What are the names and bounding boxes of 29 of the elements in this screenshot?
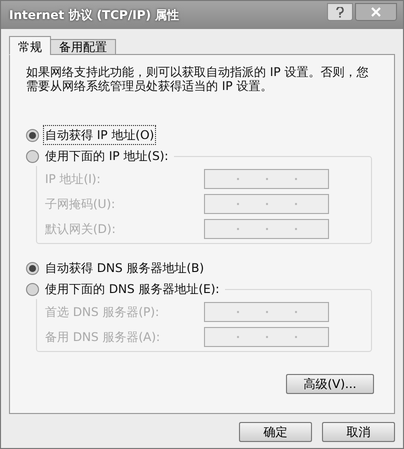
field-label: 默认网关(D):: [45, 221, 116, 238]
close-button[interactable]: [355, 3, 397, 21]
ip-address-field[interactable]: [204, 327, 329, 347]
field-label: IP 地址(I):: [45, 171, 101, 188]
radio-label[interactable]: 使用下面的 IP 地址(S):: [43, 146, 170, 166]
radio-label[interactable]: 自动获得 DNS 服务器地址(B): [43, 258, 206, 278]
radio-button[interactable]: [26, 150, 39, 162]
field-label: 备用 DNS 服务器(A):: [45, 329, 160, 346]
dialog-button[interactable]: 取消: [322, 422, 395, 442]
help-button[interactable]: [327, 3, 353, 21]
ip-address-field[interactable]: [204, 169, 329, 189]
radio-button[interactable]: [26, 282, 39, 296]
radio-button[interactable]: [26, 262, 39, 274]
advanced-button[interactable]: 高级(V)...: [286, 374, 374, 394]
close-icon: [371, 7, 381, 17]
field-label: 首选 DNS 服务器(P):: [45, 304, 160, 321]
ip-address-field[interactable]: [204, 194, 329, 214]
radio-label[interactable]: 使用下面的 DNS 服务器地址(E):: [43, 279, 222, 299]
tab[interactable]: 常规: [9, 36, 51, 55]
radio-button[interactable]: [26, 128, 39, 142]
field-label: 子网掩码(U):: [45, 196, 116, 213]
dialog-button[interactable]: 确定: [239, 422, 312, 442]
help-icon: [336, 6, 344, 18]
radio-label[interactable]: 自动获得 IP 地址(O): [43, 125, 156, 145]
ip-address-field[interactable]: [204, 219, 329, 239]
intro-text: 如果网络支持此功能，则可以获取自动指派的 IP 设置。否则，您需要从网络系统管理员处获得适当的 IP 设置。: [26, 65, 370, 93]
window-title: Internet 协议 (TCP/IP) 属性: [9, 7, 180, 24]
ip-address-field[interactable]: [204, 302, 329, 322]
tab[interactable]: 备用配置: [50, 39, 116, 55]
